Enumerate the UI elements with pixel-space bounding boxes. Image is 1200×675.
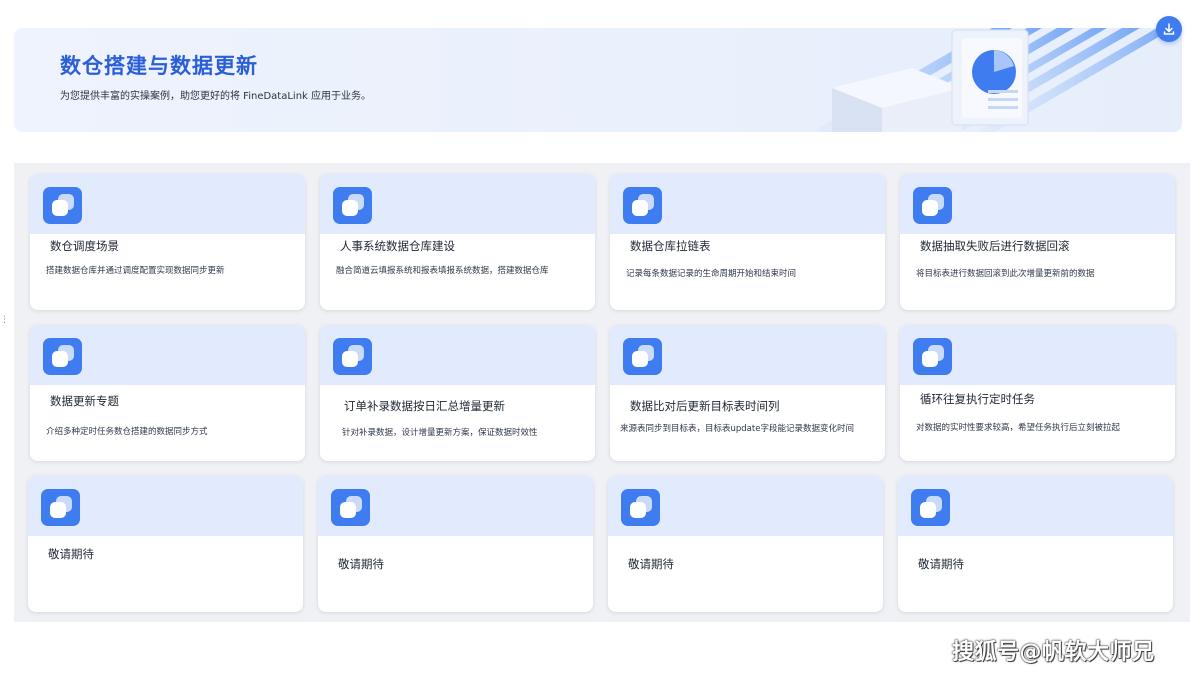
stacked-cards-icon [913,187,952,224]
card-description: 针对补录数据，设计增量更新方案，保证数据时效性 [342,428,538,438]
stacked-cards-icon [333,338,372,375]
case-card[interactable]: 数仓调度场景 搭建数据仓库并通过调度配置实现数据同步更新 [30,174,305,310]
card-header [610,325,885,385]
card-title: 数仓调度场景 [50,239,119,253]
card-title: 敬请期待 [628,557,674,571]
case-card[interactable]: 敬请期待 [898,476,1173,612]
hero-banner: 数仓搭建与数据更新 为您提供丰富的实操案例，助您更好的将 FineDataLin… [14,28,1182,132]
case-card[interactable]: 敬请期待 [318,476,593,612]
banner-subtitle: 为您提供丰富的实操案例，助您更好的将 FineDataLink 应用于业务。 [60,91,372,102]
card-header [900,325,1175,385]
card-description: 融合简道云填报系统和报表填报系统数据，搭建数据仓库 [336,266,549,276]
card-description: 来源表同步到目标表，目标表update字段能记录数据变化时间 [620,424,854,434]
card-title: 敬请期待 [48,547,94,561]
card-title: 敬请期待 [918,557,964,571]
case-card[interactable]: 数据抽取失败后进行数据回滚 将目标表进行数据回滚到此次增量更新前的数据 [900,174,1175,310]
stacked-cards-icon [911,489,950,526]
card-header [320,174,595,234]
card-title: 订单补录数据按日汇总增量更新 [344,399,505,413]
card-header [610,174,885,234]
card-title: 数据抽取失败后进行数据回滚 [920,239,1070,253]
card-description: 搭建数据仓库并通过调度配置实现数据同步更新 [46,266,225,276]
card-title: 数据更新专题 [50,394,119,408]
side-handle[interactable]: ⋮ [0,316,9,325]
case-card[interactable]: 订单补录数据按日汇总增量更新 针对补录数据，设计增量更新方案，保证数据时效性 [320,325,595,461]
case-card[interactable]: 敬请期待 [608,476,883,612]
download-button[interactable] [1156,16,1182,42]
card-header [898,476,1173,536]
stacked-cards-icon [333,187,372,224]
case-grid: 数仓调度场景 搭建数据仓库并通过调度配置实现数据同步更新 人事系统数据仓库建设 … [14,163,1190,622]
case-card[interactable]: 人事系统数据仓库建设 融合简道云填报系统和报表填报系统数据，搭建数据仓库 [320,174,595,310]
stacked-cards-icon [43,338,82,375]
stacked-cards-icon [331,489,370,526]
stacked-cards-icon [623,338,662,375]
stacked-cards-icon [41,489,80,526]
card-description: 介绍多种定时任务数仓搭建的数据同步方式 [46,427,208,437]
card-header [608,476,883,536]
card-title: 敬请期待 [338,557,384,571]
card-title: 人事系统数据仓库建设 [340,239,455,253]
card-title: 数据比对后更新目标表时间列 [630,399,780,413]
stacked-cards-icon [43,187,82,224]
card-header [30,325,305,385]
card-header [28,476,303,536]
stacked-cards-icon [913,338,952,375]
case-card[interactable]: 敬请期待 [28,476,303,612]
case-card[interactable]: 数据更新专题 介绍多种定时任务数仓搭建的数据同步方式 [30,325,305,461]
card-description: 记录每条数据记录的生命周期开始和结束时间 [626,269,797,279]
card-header [318,476,593,536]
card-header [30,174,305,234]
watermark: 搜狐号@帆软大师兄 [952,640,1155,665]
stacked-cards-icon [623,187,662,224]
download-icon [1163,23,1175,35]
card-header [320,325,595,385]
stacked-cards-icon [621,489,660,526]
card-header [900,174,1175,234]
card-title: 循环往复执行定时任务 [920,392,1035,406]
case-card[interactable]: 循环往复执行定时任务 对数据的实时性要求较高，希望任务执行后立刻被拉起 [900,325,1175,461]
banner-illustration [812,28,1174,132]
card-title: 数据仓库拉链表 [630,239,711,253]
card-description: 将目标表进行数据回滚到此次增量更新前的数据 [916,269,1095,279]
case-card[interactable]: 数据仓库拉链表 记录每条数据记录的生命周期开始和结束时间 [610,174,885,310]
card-description: 对数据的实时性要求较高，希望任务执行后立刻被拉起 [916,423,1121,433]
case-card[interactable]: 数据比对后更新目标表时间列 来源表同步到目标表，目标表update字段能记录数据… [610,325,885,461]
banner-title: 数仓搭建与数据更新 [60,54,258,78]
